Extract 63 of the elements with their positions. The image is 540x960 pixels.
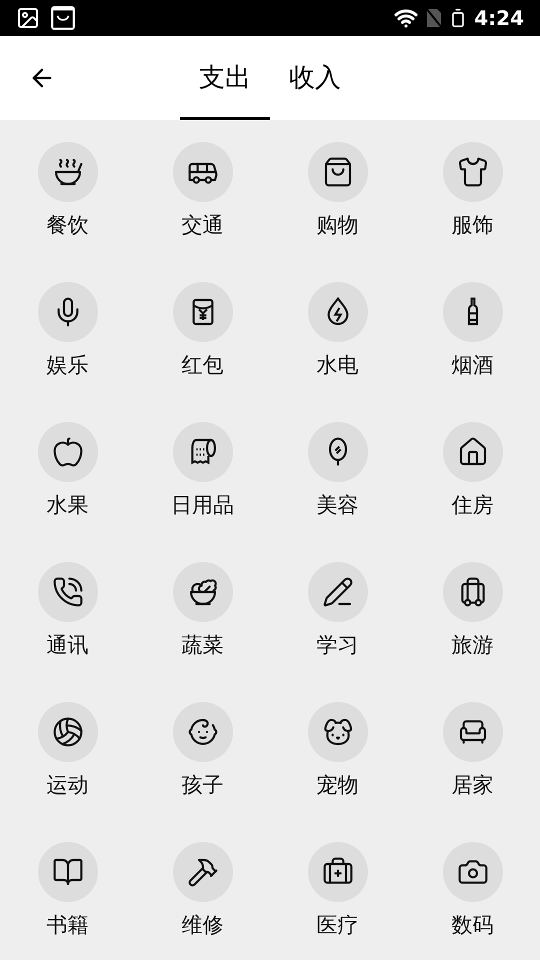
- dog-icon: [322, 716, 354, 748]
- category-item[interactable]: 水电: [270, 260, 405, 400]
- category-item[interactable]: 学习: [270, 540, 405, 680]
- category-item[interactable]: 宠物: [270, 680, 405, 820]
- tab[interactable]: 支出: [180, 36, 270, 120]
- category-label: 宠物: [316, 772, 358, 799]
- category-item[interactable]: 烟酒: [405, 260, 540, 400]
- no-sim-icon: [426, 8, 442, 28]
- image-icon: [16, 6, 40, 30]
- category-label: 红包: [182, 352, 224, 379]
- category-item[interactable]: 水果: [0, 400, 135, 540]
- category-label: 旅游: [452, 632, 494, 659]
- category-label: 医疗: [316, 912, 358, 939]
- category-item[interactable]: 红包: [135, 260, 270, 400]
- category-item[interactable]: 日用品: [135, 400, 270, 540]
- category-item[interactable]: 交通: [135, 120, 270, 260]
- category-label: 水电: [316, 352, 358, 379]
- shirt-icon: [456, 156, 488, 188]
- category-item[interactable]: 服饰: [405, 120, 540, 260]
- category-label: 居家: [452, 772, 494, 799]
- category-label: 通讯: [46, 632, 88, 659]
- category-item[interactable]: 书籍: [0, 820, 135, 960]
- category-item[interactable]: 通讯: [0, 540, 135, 680]
- pencil-icon: [322, 576, 354, 608]
- category-label: 蔬菜: [182, 632, 224, 659]
- app-icon: [50, 5, 76, 31]
- category-item[interactable]: 维修: [135, 820, 270, 960]
- ball-icon: [52, 716, 84, 748]
- category-item[interactable]: 餐饮: [0, 120, 135, 260]
- category-label: 烟酒: [452, 352, 494, 379]
- category-label: 购物: [316, 212, 358, 239]
- category-label: 交通: [182, 212, 224, 239]
- baby-icon: [186, 716, 218, 748]
- category-item[interactable]: 旅游: [405, 540, 540, 680]
- category-label: 书籍: [46, 912, 88, 939]
- category-item[interactable]: 娱乐: [0, 260, 135, 400]
- category-label: 餐饮: [46, 212, 88, 239]
- category-item[interactable]: 医疗: [270, 820, 405, 960]
- category-label: 住房: [452, 492, 494, 519]
- hammer-icon: [186, 856, 218, 888]
- category-item[interactable]: 住房: [405, 400, 540, 540]
- apple-icon: [52, 436, 84, 468]
- category-item[interactable]: 孩子: [135, 680, 270, 820]
- clock: 4:24: [474, 5, 524, 32]
- category-label: 水果: [46, 492, 88, 519]
- category-label: 维修: [182, 912, 224, 939]
- category-label: 娱乐: [46, 352, 88, 379]
- category-label: 服饰: [452, 212, 494, 239]
- phone-icon: [52, 576, 84, 608]
- category-label: 学习: [316, 632, 358, 659]
- book-icon: [52, 856, 84, 888]
- category-item[interactable]: 购物: [270, 120, 405, 260]
- category-item[interactable]: 数码: [405, 820, 540, 960]
- category-item[interactable]: 蔬菜: [135, 540, 270, 680]
- category-label: 美容: [316, 492, 358, 519]
- category-label: 日用品: [171, 492, 234, 519]
- category-label: 运动: [46, 772, 88, 799]
- category-label: 数码: [452, 912, 494, 939]
- category-item[interactable]: 美容: [270, 400, 405, 540]
- category-label: 孩子: [182, 772, 224, 799]
- category-item[interactable]: 运动: [0, 680, 135, 820]
- tab[interactable]: 收入: [270, 36, 360, 120]
- category-item[interactable]: 居家: [405, 680, 540, 820]
